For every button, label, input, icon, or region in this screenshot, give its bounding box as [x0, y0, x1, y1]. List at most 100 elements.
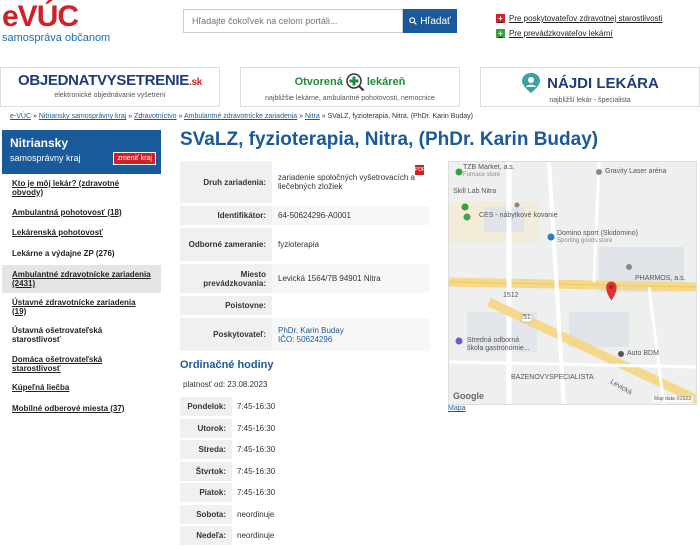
hours-day: Sobota:: [180, 504, 232, 524]
banner-objednat-subtitle: elektronické objednávanie vyšetrení: [54, 92, 166, 99]
banner-najdi-lekara[interactable]: NÁJDI LEKÁRA najbližší lekár - špecialis…: [480, 67, 700, 107]
banner-lekaren-left: Otvorená: [294, 76, 343, 88]
link-providers[interactable]: + Pre poskytovateľov zdravotnej starostl…: [496, 11, 700, 26]
info-row: Odborné zameranie: fyzioterapia: [180, 228, 430, 261]
banner-lekaren-title: Otvorená lekáreň: [241, 72, 459, 92]
hours-row: Nedeľa: neordinuje: [180, 526, 290, 545]
search-button-label: Hľadať: [420, 15, 451, 27]
breadcrumb-item-evuc[interactable]: e-VÚC: [10, 113, 31, 120]
sidebar-menu: Kto je môj lekár? (zdravotné obvody) Ambu…: [2, 174, 161, 419]
sidebar-item[interactable]: Ústavná ošetrovateľská starostlivosť: [2, 320, 161, 350]
map-label: PHARMOS, a.s.: [635, 275, 686, 282]
sidebar-item-label: Mobilné odberové miesta (37): [12, 403, 125, 413]
sidebar: Nitriansky samosprávny kraj zmeniť kraj …: [2, 130, 161, 419]
info-value: zariadenie spoločných vyšetrovacích a li…: [278, 173, 415, 191]
map-label: 1512: [503, 292, 519, 299]
sidebar-item[interactable]: Kto je môj lekár? (zdravotné obvody): [2, 174, 161, 201]
doctor-location-icon: [522, 73, 541, 93]
banner-objednat-main: OBJEDNATVYSETRENIE: [17, 72, 189, 89]
sidebar-item-label: Domáca ošetrovateľská starostlivosť: [12, 355, 103, 373]
hours-time: 7:45-16:30: [237, 423, 276, 433]
sidebar-item-label: Ústavná ošetrovateľská starostlivosť: [12, 326, 103, 344]
map-label: Furnace store: [463, 172, 501, 178]
sidebar-item[interactable]: Mobilné odberové miesta (37): [2, 397, 161, 419]
map-label: škola gastronómie...: [467, 345, 530, 352]
map-label: 51: [523, 314, 531, 321]
map-label: Auto BDM: [627, 350, 659, 357]
breadcrumb-item-nitra[interactable]: Nitra: [305, 113, 320, 120]
banner-objednat-vysetrenie[interactable]: OBJEDNATVYSETRENIE.sk elektronické objed…: [0, 67, 220, 107]
pharmacy-search-icon: [346, 73, 365, 92]
hours-time: 7:45-16:30: [237, 445, 276, 454]
sidebar-item[interactable]: Ambulantná pohotovosť (18): [2, 201, 161, 223]
map-label: Sporting goods store: [557, 238, 613, 244]
link-pharmacies[interactable]: + Pre prevádzkovateľov lekární: [496, 26, 700, 41]
map-canvas: [449, 162, 696, 404]
hours-day: Utorok:: [180, 418, 232, 438]
banner-lekaren-subtitle: najbližšie lekárne, ambulantné pohotovos…: [265, 95, 435, 102]
breadcrumb-item-kraj[interactable]: Nitriansky samosprávny kraj: [39, 113, 127, 120]
change-region-button[interactable]: zmeniť kraj: [113, 152, 156, 165]
search-input[interactable]: [183, 9, 403, 33]
hours-time: neordinuje: [237, 509, 275, 519]
page-title: SVaLZ, fyzioterapia, Nitra, (PhDr. Karin…: [180, 129, 599, 150]
info-value: PhDr. Karin Buday IČO: 50624296: [272, 318, 430, 351]
breadcrumb-current: SVaLZ, fyzioterapia, Nitra, (PhDr. Karin…: [327, 113, 473, 120]
breadcrumb: e-VÚC » Nitriansky samosprávny kraj » Zd…: [10, 113, 473, 120]
provider-link[interactable]: PhDr. Karin Buday: [278, 326, 344, 335]
info-row: Druh zariadenia: zariadenie spoločných vy…: [180, 161, 430, 203]
banner-objednat-title: OBJEDNATVYSETRENIE.sk: [1, 72, 219, 89]
evuc-logo[interactable]: eVÚC samospráva občanom: [2, 2, 142, 46]
hours-row: Štvrtok: 7:45-16:30: [180, 461, 290, 481]
hours-day: Streda:: [180, 440, 232, 459]
hours-time: 7:45-16:30: [237, 466, 276, 476]
sidebar-item-label: Lekárenská pohotovosť: [12, 228, 103, 237]
sidebar-item[interactable]: Kúpeľná liečba: [2, 378, 161, 397]
info-row: Poistovne:: [180, 296, 430, 315]
search-icon: [409, 17, 418, 25]
sidebar-item-label: Lekárne a výdajne ZP (276): [12, 249, 115, 258]
sidebar-item[interactable]: Domáca ošetrovateľská starostlivosť: [2, 350, 161, 378]
link-pharmacies-label: Pre prevádzkovateľov lekární: [509, 29, 613, 38]
banner-najdi-label: NÁJDI LEKÁRA: [547, 74, 659, 92]
map-link[interactable]: Mapa: [448, 405, 466, 412]
hours-day: Pondelok:: [180, 397, 232, 416]
map-data-attribution: Map data ©2023: [651, 396, 693, 402]
info-label: Miesto prevádzkovania:: [180, 264, 272, 293]
location-map[interactable]: TZB Market, a.s. Furnace store Gravity L…: [448, 161, 697, 405]
plus-icon: +: [496, 14, 505, 23]
sidebar-item-label: Ambulantná pohotovosť (18): [12, 207, 122, 217]
banner-lekaren-right: lekáreň: [366, 76, 406, 88]
hours-row: Piatok: 7:45-16:30: [180, 483, 290, 502]
info-value: 64-50624296-A0001: [272, 206, 430, 225]
map-label: Skill Lab Nitra: [453, 188, 497, 195]
sidebar-item[interactable]: Ambulantné zdravotnícke zariadenia (2431…: [2, 265, 161, 293]
hours-row: Pondelok: 7:45-16:30: [180, 397, 290, 416]
hours-row: Sobota: neordinuje: [180, 504, 290, 524]
sidebar-item[interactable]: Lekárenská pohotovosť: [2, 223, 161, 242]
map-label: Domino sport (Skidomino): [557, 230, 638, 237]
search-button[interactable]: Hľadať: [403, 9, 457, 33]
hours-time: neordinuje: [237, 531, 275, 540]
banner-otvorena-lekaren[interactable]: Otvorená lekáreň najbližšie lekárne, amb…: [240, 67, 460, 107]
breadcrumb-item-zdravotnictvo[interactable]: Zdravotníctvo: [134, 113, 176, 120]
region-box: Nitriansky samosprávny kraj zmeniť kraj: [2, 130, 161, 174]
info-row: Miesto prevádzkovania: Levická 1564/7B 94…: [180, 264, 430, 293]
link-providers-label: Pre poskytovateľov zdravotnej starostliv…: [509, 14, 663, 23]
banner-najdi-title: NÁJDI LEKÁRA: [481, 72, 699, 94]
info-label: Odborné zameranie:: [180, 228, 272, 261]
hours-day: Nedeľa:: [180, 526, 232, 545]
sidebar-item-label: Ambulantné zdravotnícke zariadenia (2431…: [12, 270, 151, 288]
top-links: + Pre poskytovateľov zdravotnej starostl…: [496, 11, 700, 41]
info-label: Identifikátor:: [180, 206, 272, 225]
info-row: Poskytovateľ: PhDr. Karin Buday IČO: 50624…: [180, 318, 430, 351]
hours-time: 7:45-16:30: [237, 488, 276, 497]
sidebar-item-label: Ústavné zdravotnícke zariadenia (19): [12, 297, 136, 316]
sidebar-item[interactable]: Lekárne a výdajne ZP (276): [2, 242, 161, 265]
hours-time: 7:45-16:30: [237, 402, 276, 411]
facility-info-table: Druh zariadenia: zariadenie spoločných vy…: [180, 161, 430, 354]
sidebar-item[interactable]: Ústavné zdravotnícke zariadenia (19): [2, 293, 161, 320]
breadcrumb-item-ambulantne[interactable]: Ambulantné zdravotnícke zariadenia: [184, 113, 297, 120]
map-label: TZB Market, a.s.: [463, 164, 515, 171]
hours-day: Štvrtok:: [180, 461, 232, 481]
